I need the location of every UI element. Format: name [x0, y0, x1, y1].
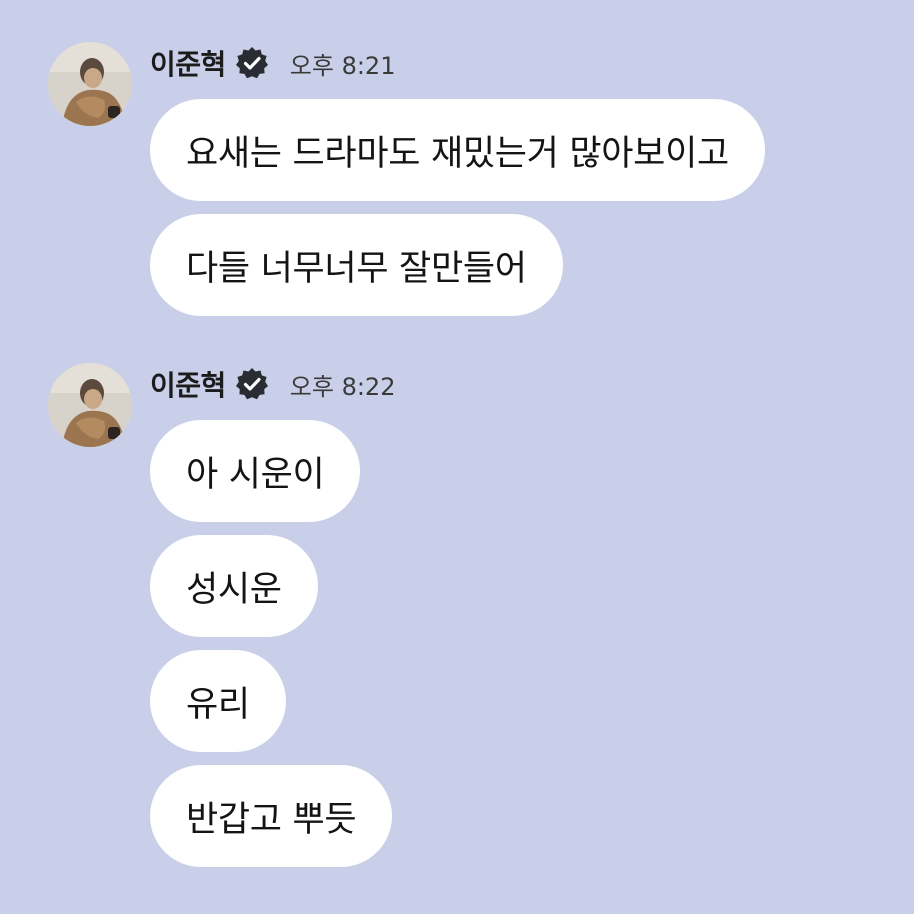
sender-name[interactable]: 이준혁 — [150, 43, 226, 83]
verified-badge-icon — [234, 45, 270, 81]
avatar[interactable] — [48, 363, 132, 447]
message-bubble[interactable]: 성시운 — [150, 535, 318, 637]
verified-badge-icon — [234, 366, 270, 402]
bubble-list: 요새는 드라마도 재밌는거 많아보이고 다들 너무너무 잘만들어 — [150, 99, 765, 316]
bubble-list: 아 시운이 성시운 유리 반갑고 뿌듯 — [150, 420, 393, 867]
message-bubble[interactable]: 다들 너무너무 잘만들어 — [150, 214, 563, 316]
profile-photo-icon — [48, 363, 132, 447]
message-timestamp: 오후 8:22 — [289, 372, 396, 401]
message-bubble[interactable]: 반갑고 뿌듯 — [150, 765, 393, 867]
message-header: 이준혁 오후 8:22 — [150, 363, 395, 405]
message-bubble[interactable]: 요새는 드라마도 재밌는거 많아보이고 — [150, 99, 765, 201]
message-header: 이준혁 오후 8:21 — [150, 42, 395, 84]
message-timestamp: 오후 8:21 — [289, 51, 396, 80]
message-bubble[interactable]: 유리 — [150, 650, 286, 752]
sender-name[interactable]: 이준혁 — [150, 364, 226, 404]
profile-photo-icon — [48, 42, 132, 126]
message-bubble[interactable]: 아 시운이 — [150, 420, 361, 522]
avatar[interactable] — [48, 42, 132, 126]
